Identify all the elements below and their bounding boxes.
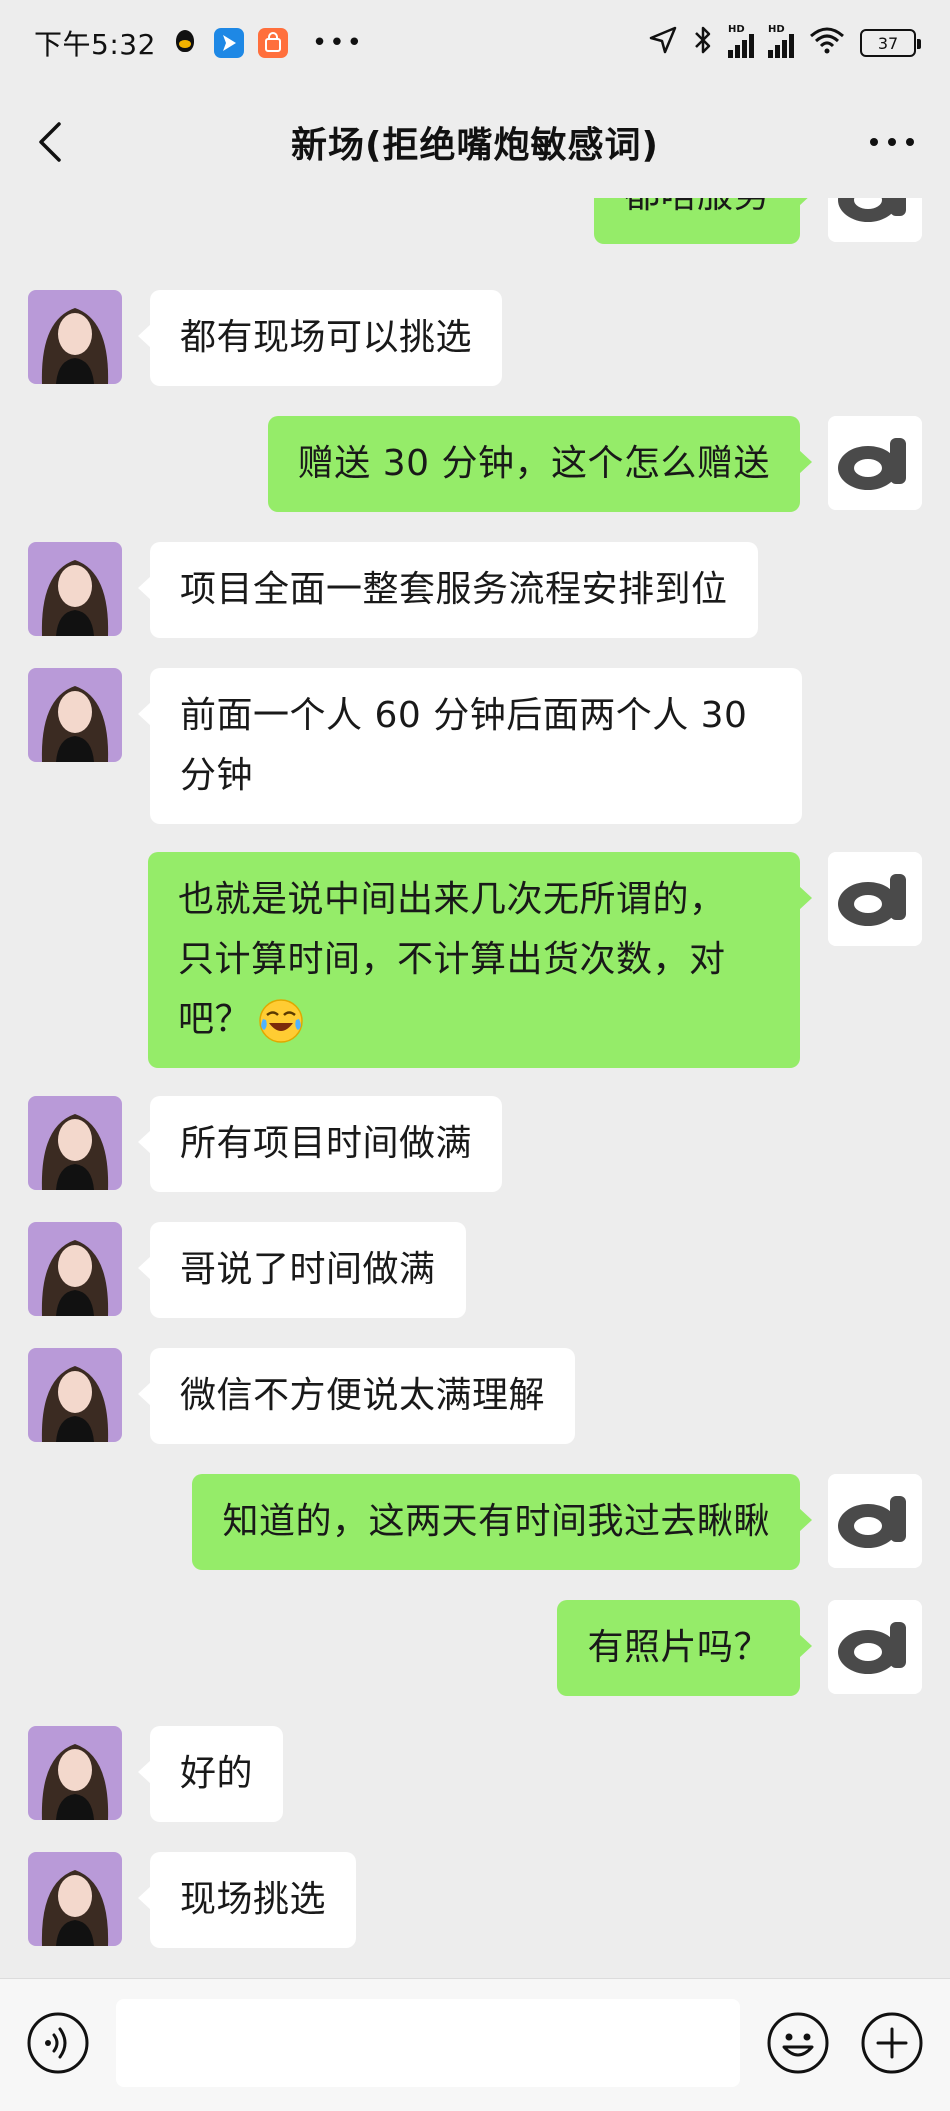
received-message-bubble[interactable]: 哥说了时间做满 bbox=[138, 1222, 466, 1318]
message-text: 哥说了时间做满 bbox=[180, 1249, 436, 1290]
emoji-icon[interactable] bbox=[766, 2011, 830, 2075]
received-message-bubble[interactable]: 现场挑选 bbox=[137, 1852, 357, 1948]
message-text: 都啥服务 bbox=[624, 198, 770, 216]
sent-message-bubble[interactable]: 都啥服务 bbox=[593, 198, 813, 244]
status-time: 下午5:32 bbox=[34, 28, 156, 61]
signal-icon: HD bbox=[768, 24, 794, 58]
status-right: HD HD 37 bbox=[648, 24, 921, 63]
message-text: 微信不方便说太满理解 bbox=[180, 1375, 546, 1416]
hd-label: HD bbox=[728, 24, 745, 35]
message-text: 都有现场可以挑选 bbox=[180, 317, 473, 358]
input-bar bbox=[0, 1978, 950, 2111]
nav-bar: 新场(拒绝嘴炮敏感词) bbox=[0, 86, 950, 198]
chat-title: 新场(拒绝嘴炮敏感词) bbox=[291, 125, 659, 166]
my-avatar[interactable] bbox=[828, 1474, 922, 1568]
more-notifications-icon: ••• bbox=[311, 28, 364, 58]
contact-avatar[interactable] bbox=[28, 668, 122, 762]
more-icon[interactable] bbox=[864, 124, 920, 160]
hd-label: HD bbox=[768, 24, 785, 35]
contact-avatar[interactable] bbox=[28, 290, 122, 384]
voice-icon[interactable] bbox=[26, 2011, 90, 2075]
qq-icon bbox=[170, 28, 200, 58]
message-list[interactable]: 都啥服务 都有现场可以挑选 赠送 30 分钟，这个怎么赠送 项目全面一整套服务流… bbox=[0, 198, 950, 1978]
chat-screen: 下午5:32 ••• HD HD 37 新场(拒绝嘴炮敏感词) 都有现场可以挑选… bbox=[0, 0, 950, 2111]
contact-avatar[interactable] bbox=[28, 542, 122, 636]
message-text: 前面一个人 60 分钟后面两个人 30 分钟 bbox=[180, 695, 748, 796]
received-message-bubble[interactable]: 微信不方便说太满理解 bbox=[137, 1348, 576, 1444]
received-message-bubble[interactable]: 好的 bbox=[137, 1726, 284, 1822]
message-text: 知道的，这两天有时间我过去瞅瞅 bbox=[222, 1501, 770, 1542]
plus-icon[interactable] bbox=[860, 2011, 924, 2075]
received-message-bubble[interactable]: 所有项目时间做满 bbox=[137, 1096, 503, 1192]
my-avatar[interactable] bbox=[828, 198, 922, 242]
status-left: 下午5:32 ••• bbox=[34, 23, 364, 63]
my-avatar[interactable] bbox=[828, 416, 922, 510]
received-message-bubble[interactable]: 都有现场可以挑选 bbox=[137, 290, 503, 386]
message-text: 项目全面一整套服务流程安排到位 bbox=[180, 569, 728, 610]
contact-avatar[interactable] bbox=[28, 1852, 122, 1946]
status-bar: 下午5:32 ••• HD HD 37 bbox=[0, 0, 950, 86]
shopping-app-icon bbox=[257, 28, 288, 58]
message-input[interactable] bbox=[116, 1999, 740, 2087]
bluetooth-icon bbox=[692, 24, 714, 63]
sent-message-bubble[interactable]: 知道的，这两天有时间我过去瞅瞅 bbox=[192, 1474, 812, 1570]
my-avatar[interactable] bbox=[828, 1600, 922, 1694]
contact-avatar[interactable] bbox=[28, 1348, 122, 1442]
received-message-bubble[interactable]: 前面一个人 60 分钟后面两个人 30 分钟 bbox=[138, 668, 802, 824]
battery-icon: 37 bbox=[860, 29, 921, 57]
contact-avatar[interactable] bbox=[28, 1222, 122, 1316]
location-icon bbox=[648, 25, 678, 62]
sent-message-bubble[interactable]: 也就是说中间出来几次无所谓的， 只计算时间，不计算出货次数，对 吧？ bbox=[148, 852, 812, 1068]
message-text: 赠送 30 分钟，这个怎么赠送 bbox=[297, 443, 770, 484]
contact-avatar[interactable] bbox=[28, 1726, 122, 1820]
message-text: 好的 bbox=[180, 1753, 254, 1794]
laughing-tears-emoji-icon bbox=[259, 999, 303, 1043]
sent-message-bubble[interactable]: 有照片吗？ bbox=[557, 1600, 812, 1696]
message-text: 所有项目时间做满 bbox=[180, 1123, 473, 1164]
back-icon[interactable] bbox=[30, 122, 70, 162]
my-avatar[interactable] bbox=[828, 852, 922, 946]
received-message-bubble[interactable]: 项目全面一整套服务流程安排到位 bbox=[138, 542, 758, 638]
signal-icon: HD bbox=[728, 24, 754, 58]
sent-message-bubble[interactable]: 赠送 30 分钟，这个怎么赠送 bbox=[267, 416, 813, 512]
message-text: 现场挑选 bbox=[180, 1879, 327, 1920]
contact-avatar[interactable] bbox=[28, 1096, 122, 1190]
wifi-icon bbox=[808, 25, 846, 62]
app-notification-icon bbox=[213, 28, 244, 58]
message-text: 有照片吗？ bbox=[587, 1627, 770, 1668]
